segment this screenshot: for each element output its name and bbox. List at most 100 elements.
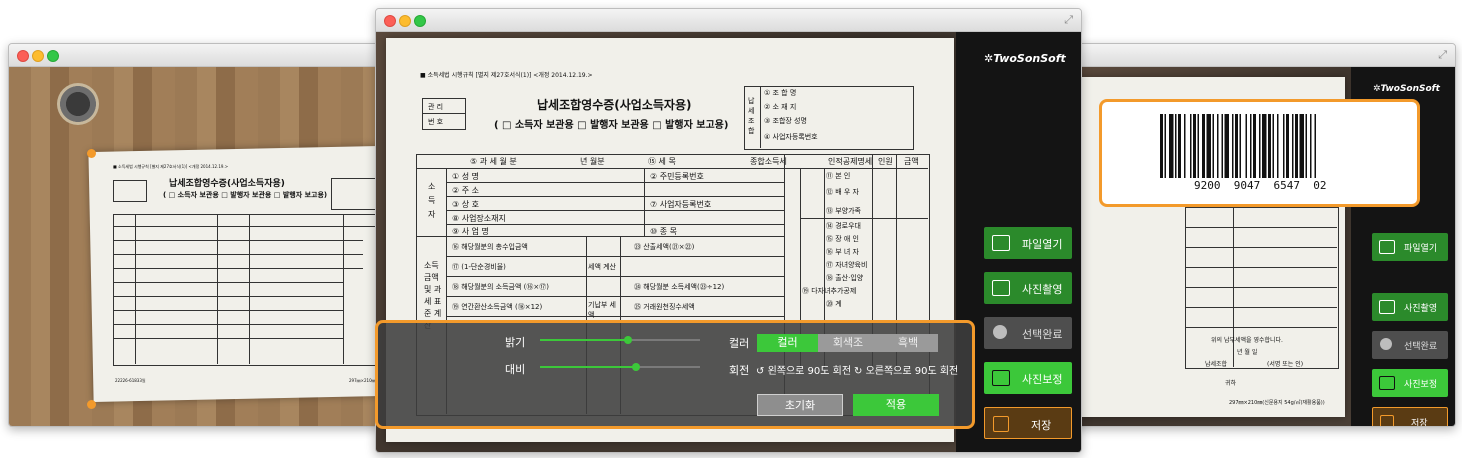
- fullscreen-icon[interactable]: ⤢: [1438, 48, 1447, 62]
- signer-note: (서명 또는 인): [1267, 361, 1304, 368]
- mode-bw-button[interactable]: 흑백: [878, 334, 938, 352]
- rotate-left-button[interactable]: ↺ 왼쪽으로 90도 회전: [756, 362, 851, 377]
- barcode-bar: [1268, 114, 1271, 178]
- fullscreen-icon[interactable]: ⤢: [1064, 13, 1073, 27]
- barcode-bar: [1272, 114, 1274, 178]
- deduction-extra: ⑮ 장 애 인: [826, 235, 859, 243]
- open-file-button[interactable]: 파일열기: [1372, 233, 1448, 261]
- barcode-bar: [1250, 114, 1252, 178]
- color-mode-label: 컬러: [729, 337, 750, 350]
- sliders-icon: [1379, 376, 1395, 390]
- photo-correction-button[interactable]: 사진보정: [1372, 369, 1448, 397]
- brand-logo: ✲TwoSonSoft: [1373, 84, 1440, 94]
- folder-icon: [992, 235, 1010, 251]
- right-table: [1185, 207, 1339, 369]
- mgmt-no-label: 관 리: [428, 103, 444, 111]
- barcode-digit-group: 6547: [1273, 179, 1301, 192]
- mgmt-no-label: 번 호: [428, 118, 444, 126]
- main-table: [113, 214, 381, 366]
- barcode-digits: 9200 9047 6547 02: [1194, 179, 1327, 192]
- brightness-label: 밝기: [505, 336, 526, 349]
- folder-icon: [1379, 240, 1395, 254]
- crop-corner-handle[interactable]: [87, 149, 96, 158]
- barcode-bar: [1262, 114, 1267, 178]
- document-left: ■ 소득세법 시행규칙 [별지 제27호서식(1)] <개정 2014.12.1…: [109, 162, 381, 392]
- brightness-slider-fill: [540, 339, 628, 341]
- barcode-bar: [1190, 114, 1192, 178]
- barcode-bar: [1277, 114, 1279, 178]
- barcode-bar: [1295, 114, 1298, 178]
- contrast-slider-fill: [540, 366, 636, 368]
- save-button[interactable]: 저장: [984, 407, 1072, 439]
- barcode-bar: [1202, 114, 1205, 178]
- logo-icon: ✲: [984, 52, 994, 65]
- income-right: ⑦ 사업자등록번호: [650, 200, 712, 209]
- contrast-label: 대비: [505, 363, 526, 376]
- photo-correction-button[interactable]: 사진보정: [984, 362, 1072, 394]
- barcode-bar: [1217, 114, 1219, 178]
- barcode-bar: [1314, 114, 1316, 178]
- take-photo-button[interactable]: 사진촬영: [1372, 293, 1448, 321]
- barcode-bar: [1310, 114, 1312, 178]
- header-col: 년 월분: [580, 157, 605, 166]
- select-complete-button[interactable]: 선택완료: [1372, 331, 1448, 359]
- barcode-digit-group: 9047: [1233, 179, 1261, 192]
- barcode-bar: [1253, 114, 1256, 178]
- union-side-label: 납 세 조 합: [748, 97, 755, 135]
- barcode-bar: [1232, 114, 1234, 178]
- barcode-digit-group: 9200: [1194, 179, 1221, 192]
- minimize-window-button[interactable]: [32, 50, 44, 62]
- contrast-slider-knob[interactable]: [632, 363, 640, 371]
- barcode-image: [1160, 114, 1316, 178]
- minimize-window-button[interactable]: [399, 15, 411, 27]
- barcode-bar: [1245, 114, 1247, 178]
- header-col: 금액: [904, 157, 919, 166]
- calc-row: ⑯ 해당월분의 총수입금액: [452, 243, 528, 251]
- barcode-bar: [1286, 114, 1289, 178]
- apply-button[interactable]: 적용: [853, 394, 939, 416]
- addressee: 귀하: [1225, 380, 1237, 387]
- deduction-extra: ⑯ 부 녀 자: [826, 248, 859, 256]
- zoom-window-button[interactable]: [47, 50, 59, 62]
- close-window-button[interactable]: [17, 50, 29, 62]
- pen-holder-image: [57, 83, 99, 125]
- union-field: ③ 조합장 성명: [764, 117, 807, 125]
- brightness-slider-knob[interactable]: [624, 336, 632, 344]
- barcode-bar: [1206, 114, 1211, 178]
- close-window-button[interactable]: [384, 15, 396, 27]
- mgmt-no-box: [113, 180, 147, 202]
- barcode-bar: [1292, 114, 1294, 178]
- rotate-right-icon: ↻: [854, 366, 863, 377]
- mode-color-button[interactable]: 컬러: [757, 334, 818, 352]
- reset-button[interactable]: 초기화: [757, 394, 843, 416]
- rotate-right-button[interactable]: ↻ 오른쪽으로 90도 회전: [854, 362, 958, 377]
- deduction-basic: ⑬ 부양가족: [826, 207, 861, 215]
- zoom-window-button[interactable]: [414, 15, 426, 27]
- deduction-extra: ⑳ 계: [826, 300, 842, 308]
- income-row: ⑧ 사업장소재지: [452, 214, 506, 223]
- calc-row: ⑰ (1-단순경비율): [452, 263, 506, 271]
- barcode-bar: [1212, 114, 1214, 178]
- union-field: ① 조 합 명: [764, 89, 797, 97]
- income-row: ① 성 명: [452, 172, 479, 181]
- tax-row: ㉓ 산출세액(㉑×㉒): [634, 243, 695, 251]
- open-file-button[interactable]: 파일열기: [984, 227, 1072, 259]
- header-col: 인원: [878, 157, 893, 166]
- select-complete-button[interactable]: 선택완료: [984, 317, 1072, 349]
- crop-corner-handle[interactable]: [87, 400, 96, 409]
- union-field: ② 소 재 지: [764, 103, 797, 111]
- barcode-callout: 9200 9047 6547 02: [1099, 99, 1420, 207]
- income-row: ⑨ 사 업 명: [452, 227, 489, 236]
- mode-grayscale-button[interactable]: 회색조: [818, 334, 878, 352]
- sliders-icon: [992, 370, 1010, 386]
- document-footer: 22226-61833일: [115, 378, 146, 383]
- deduction-basic: ⑪ 본 인: [826, 172, 851, 180]
- deduction-extra: ⑭ 경로우대: [826, 222, 861, 230]
- save-disk-icon: [1380, 415, 1394, 426]
- deduction-extra: ⑰ 자녀양육비: [826, 261, 868, 269]
- barcode-bar: [1224, 114, 1229, 178]
- right-window-titlebar: ⤢: [1075, 44, 1455, 67]
- take-photo-button[interactable]: 사진촬영: [984, 272, 1072, 304]
- save-button[interactable]: 저장: [1372, 407, 1448, 426]
- calc-row: ⑱ 해당월분의 소득금액 (⑯×⑰): [452, 283, 549, 291]
